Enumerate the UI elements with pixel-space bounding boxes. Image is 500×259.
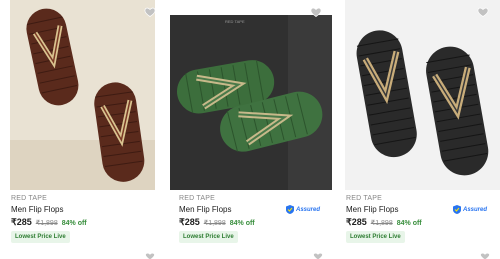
product-mrp: ₹1,898 bbox=[370, 220, 393, 227]
product-image[interactable]: RED TAPE bbox=[170, 15, 332, 190]
product-mrp: ₹1,898 bbox=[203, 220, 226, 227]
assured-badge: Assured bbox=[452, 205, 487, 214]
product-title[interactable]: Men Flip Flops bbox=[346, 205, 398, 214]
product-brand: RED TAPE bbox=[11, 195, 47, 202]
product-brand: RED TAPE bbox=[346, 195, 382, 202]
wishlist-heart-icon[interactable] bbox=[313, 253, 323, 259]
lowest-price-badge: Lowest Price Live bbox=[346, 231, 405, 243]
product-price: ₹285 bbox=[179, 217, 200, 227]
product-image[interactable] bbox=[10, 0, 155, 190]
assured-shield-icon bbox=[285, 205, 294, 214]
assured-label: Assured bbox=[462, 206, 487, 213]
assured-shield-icon bbox=[452, 205, 461, 214]
assured-label: Assured bbox=[295, 206, 320, 213]
product-title[interactable]: Men Flip Flops bbox=[11, 205, 63, 214]
product-card[interactable]: RED TAPE RED TAPE Men Flip Flops Assured… bbox=[170, 0, 332, 259]
product-price: ₹285 bbox=[11, 217, 32, 227]
wishlist-heart-icon[interactable] bbox=[310, 6, 322, 18]
product-card[interactable]: RED TAPE Men Flip Flops ₹285 ₹1,898 84% … bbox=[2, 0, 162, 259]
product-image[interactable] bbox=[345, 0, 500, 190]
product-brand: RED TAPE bbox=[179, 195, 215, 202]
price-row: ₹285 ₹1,898 84% off bbox=[179, 217, 255, 228]
flip-flop-photo-brown bbox=[10, 0, 155, 190]
product-discount: 84% off bbox=[61, 220, 87, 227]
price-row: ₹285 ₹1,898 84% off bbox=[346, 217, 422, 228]
product-price: ₹285 bbox=[346, 217, 367, 227]
product-mrp: ₹1,898 bbox=[35, 220, 58, 227]
lowest-price-badge: Lowest Price Live bbox=[11, 231, 70, 243]
flip-flop-photo-black bbox=[345, 0, 500, 190]
wishlist-heart-icon[interactable] bbox=[477, 6, 489, 18]
product-title[interactable]: Men Flip Flops bbox=[179, 205, 231, 214]
product-discount: 84% off bbox=[229, 220, 255, 227]
product-discount: 84% off bbox=[396, 220, 422, 227]
wishlist-heart-icon[interactable] bbox=[144, 6, 156, 18]
wishlist-heart-icon[interactable] bbox=[480, 253, 490, 259]
assured-badge: Assured bbox=[285, 205, 320, 214]
product-card[interactable]: RED TAPE Men Flip Flops Assured ₹285 ₹1,… bbox=[337, 0, 500, 259]
svg-text:RED TAPE: RED TAPE bbox=[225, 19, 245, 24]
wishlist-heart-icon[interactable] bbox=[145, 253, 155, 259]
flip-flop-photo-green: RED TAPE bbox=[170, 15, 332, 190]
lowest-price-badge: Lowest Price Live bbox=[179, 231, 238, 243]
price-row: ₹285 ₹1,898 84% off bbox=[11, 217, 87, 228]
